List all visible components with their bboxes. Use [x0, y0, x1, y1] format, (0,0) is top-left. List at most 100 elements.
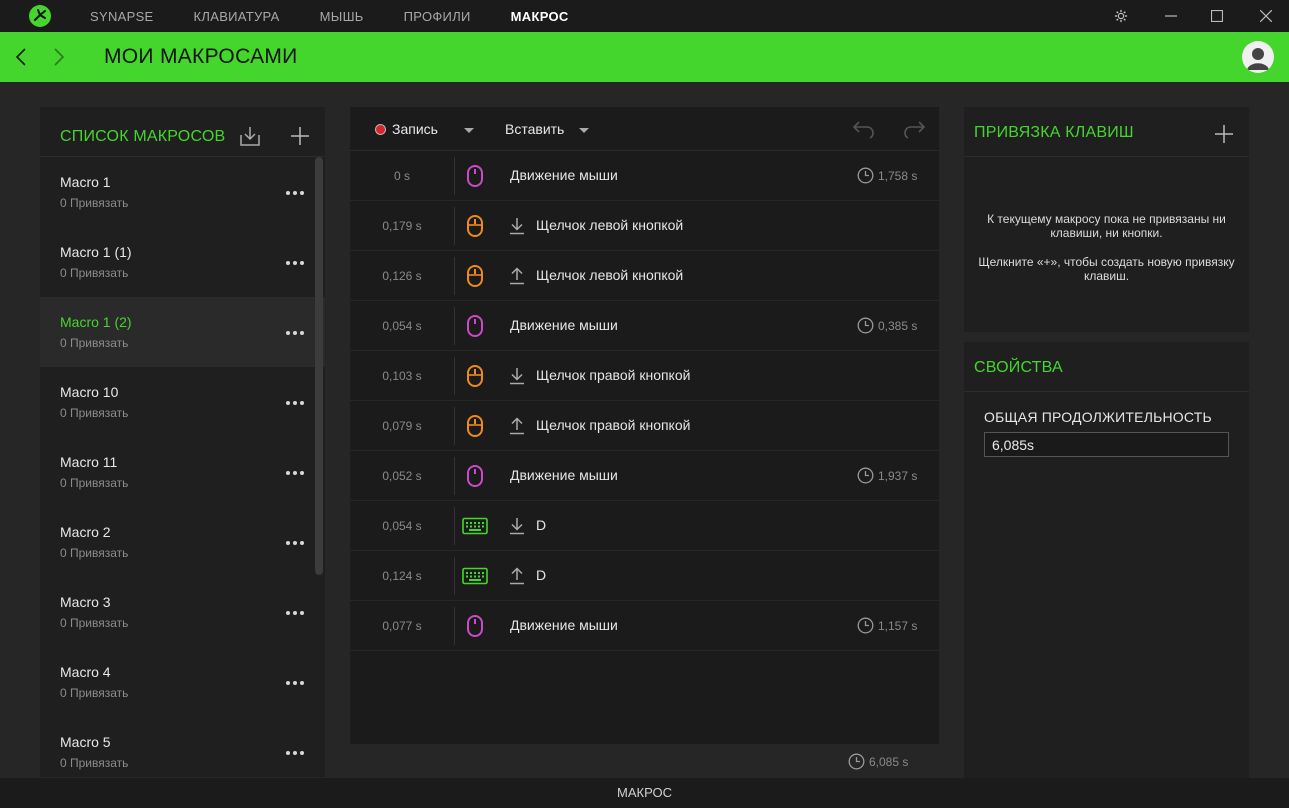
- more-options-icon[interactable]: [286, 610, 304, 616]
- razer-logo-icon[interactable]: [28, 4, 52, 28]
- add-macro-icon[interactable]: [288, 124, 312, 148]
- mouse-move-icon: [462, 313, 488, 339]
- minimize-button[interactable]: [1148, 0, 1194, 32]
- key-down-arrow-icon: [508, 216, 526, 236]
- event-label: D: [536, 517, 547, 533]
- mouse-click-icon: [462, 263, 488, 289]
- macro-event-row[interactable]: 0,124 s D: [350, 551, 939, 601]
- event-duration[interactable]: 1,157 s: [857, 617, 917, 634]
- macro-event-row[interactable]: 0 s Движение мыши 1,758 s: [350, 151, 939, 201]
- editor-toolbar: Запись Вставить: [350, 107, 939, 151]
- event-label: D: [536, 567, 547, 583]
- event-delay[interactable]: 0 s: [350, 169, 454, 183]
- macro-name: Macro 2: [60, 524, 111, 540]
- nav-tab[interactable]: МАКРОС: [511, 9, 569, 24]
- more-options-icon[interactable]: [286, 680, 304, 686]
- scrollbar-thumb[interactable]: [313, 157, 325, 575]
- macro-list-item[interactable]: Macro 11 0 Привязать: [40, 437, 325, 507]
- more-options-icon[interactable]: [286, 750, 304, 756]
- macro-binding-count: 0 Привязать: [60, 336, 129, 350]
- macro-event-row[interactable]: 0,052 s Движение мыши 1,937 s: [350, 451, 939, 501]
- mouse-click-icon: [462, 213, 488, 239]
- macro-list-item[interactable]: Macro 1 (2) 0 Привязать: [40, 297, 325, 367]
- row-divider: [454, 157, 455, 195]
- row-divider: [454, 507, 455, 545]
- mouse-move-icon: [462, 163, 488, 189]
- event-delay[interactable]: 0,124 s: [350, 569, 454, 583]
- macro-list-item[interactable]: Macro 4 0 Привязать: [40, 647, 325, 717]
- macro-name: Macro 10: [60, 384, 119, 400]
- row-divider: [454, 407, 455, 445]
- nav-tab[interactable]: ПРОФИЛИ: [404, 9, 471, 24]
- macro-list-item[interactable]: Macro 2 0 Привязать: [40, 507, 325, 577]
- event-label: Щелчок левой кнопкой: [536, 267, 684, 283]
- event-delay[interactable]: 0,054 s: [350, 319, 454, 333]
- macro-binding-count: 0 Привязать: [60, 476, 129, 490]
- event-duration[interactable]: 0,385 s: [857, 317, 917, 334]
- more-options-icon[interactable]: [286, 540, 304, 546]
- user-avatar-icon[interactable]: [1242, 41, 1274, 73]
- record-dot-icon: [375, 124, 386, 135]
- key-down-arrow-icon: [508, 366, 526, 386]
- macro-list-header: СПИСОК МАКРОСОВ: [40, 107, 325, 157]
- more-options-icon[interactable]: [286, 330, 304, 336]
- more-options-icon[interactable]: [286, 190, 304, 196]
- macro-list-item[interactable]: Macro 1 (1) 0 Привязать: [40, 227, 325, 297]
- event-delay[interactable]: 0,079 s: [350, 419, 454, 433]
- more-options-icon[interactable]: [286, 400, 304, 406]
- event-duration-value: 1,937 s: [878, 468, 918, 483]
- total-duration-field[interactable]: [984, 432, 1229, 457]
- page-title: МОИ МАКРОСАМИ: [104, 45, 298, 68]
- nav-tab[interactable]: КЛАВИАТУРА: [194, 9, 280, 24]
- clock-icon: [857, 467, 874, 484]
- settings-gear-icon[interactable]: [1098, 0, 1144, 32]
- properties-panel: СВОЙСТВА ОБЩАЯ ПРОДОЛЖИТЕЛЬНОСТЬ: [964, 342, 1249, 778]
- key-binding-panel: ПРИВЯЗКА КЛАВИШ К текущему макросу пока …: [964, 107, 1249, 332]
- more-options-icon[interactable]: [286, 260, 304, 266]
- macro-event-row[interactable]: 0,126 s Щелчок левой кнопкой: [350, 251, 939, 301]
- event-delay[interactable]: 0,077 s: [350, 619, 454, 633]
- event-delay[interactable]: 0,054 s: [350, 519, 454, 533]
- macro-binding-count: 0 Привязать: [60, 266, 129, 280]
- event-delay[interactable]: 0,052 s: [350, 469, 454, 483]
- macro-event-row[interactable]: 0,179 s Щелчок левой кнопкой: [350, 201, 939, 251]
- maximize-button[interactable]: [1194, 0, 1240, 32]
- more-options-icon[interactable]: [286, 470, 304, 476]
- macro-binding-count: 0 Привязать: [60, 196, 129, 210]
- macro-event-row[interactable]: 0,077 s Движение мыши 1,157 s: [350, 601, 939, 651]
- event-label: Щелчок левой кнопкой: [536, 217, 684, 233]
- add-binding-icon[interactable]: [1212, 122, 1236, 146]
- close-button[interactable]: [1243, 0, 1289, 32]
- nav-tab[interactable]: SYNAPSE: [90, 9, 154, 24]
- mouse-click-icon: [462, 413, 488, 439]
- key-up-arrow-icon: [508, 266, 526, 286]
- macro-list-panel: СПИСОК МАКРОСОВ Macro 10 Привязать Macro …: [40, 107, 325, 777]
- redo-icon[interactable]: [901, 116, 927, 142]
- macro-list-item[interactable]: Macro 5 0 Привязать: [40, 717, 325, 777]
- macro-event-row[interactable]: 0,103 s Щелчок правой кнопкой: [350, 351, 939, 401]
- keyboard-icon: [462, 513, 488, 539]
- insert-dropdown-chevron-icon[interactable]: [579, 128, 589, 133]
- import-icon[interactable]: [238, 124, 262, 148]
- macro-event-row[interactable]: 0,054 s Движение мыши 0,385 s: [350, 301, 939, 351]
- forward-arrow-icon[interactable]: [47, 45, 71, 69]
- macro-event-row[interactable]: 0,079 s Щелчок правой кнопкой: [350, 401, 939, 451]
- event-delay[interactable]: 0,103 s: [350, 369, 454, 383]
- event-duration[interactable]: 1,937 s: [857, 467, 917, 484]
- macro-name: Macro 5: [60, 734, 111, 750]
- clock-icon: [857, 317, 874, 334]
- back-arrow-icon[interactable]: [9, 45, 33, 69]
- nav-tab[interactable]: МЫШЬ: [320, 9, 364, 24]
- binding-hint-message: Щелкните «+», чтобы создать новую привяз…: [978, 255, 1235, 283]
- macro-list-item[interactable]: Macro 10 0 Привязать: [40, 367, 325, 437]
- macro-event-row[interactable]: 0,054 s D: [350, 501, 939, 551]
- macro-list-item[interactable]: Macro 1 0 Привязать: [40, 157, 325, 227]
- event-delay[interactable]: 0,179 s: [350, 219, 454, 233]
- event-duration[interactable]: 1,758 s: [857, 167, 917, 184]
- record-dropdown-chevron-icon[interactable]: [464, 128, 474, 133]
- event-label: Щелчок правой кнопкой: [536, 367, 691, 383]
- event-delay[interactable]: 0,126 s: [350, 269, 454, 283]
- macro-list-item[interactable]: Macro 3 0 Привязать: [40, 577, 325, 647]
- editor-footer: 6,085 s: [350, 744, 939, 778]
- undo-icon[interactable]: [851, 116, 877, 142]
